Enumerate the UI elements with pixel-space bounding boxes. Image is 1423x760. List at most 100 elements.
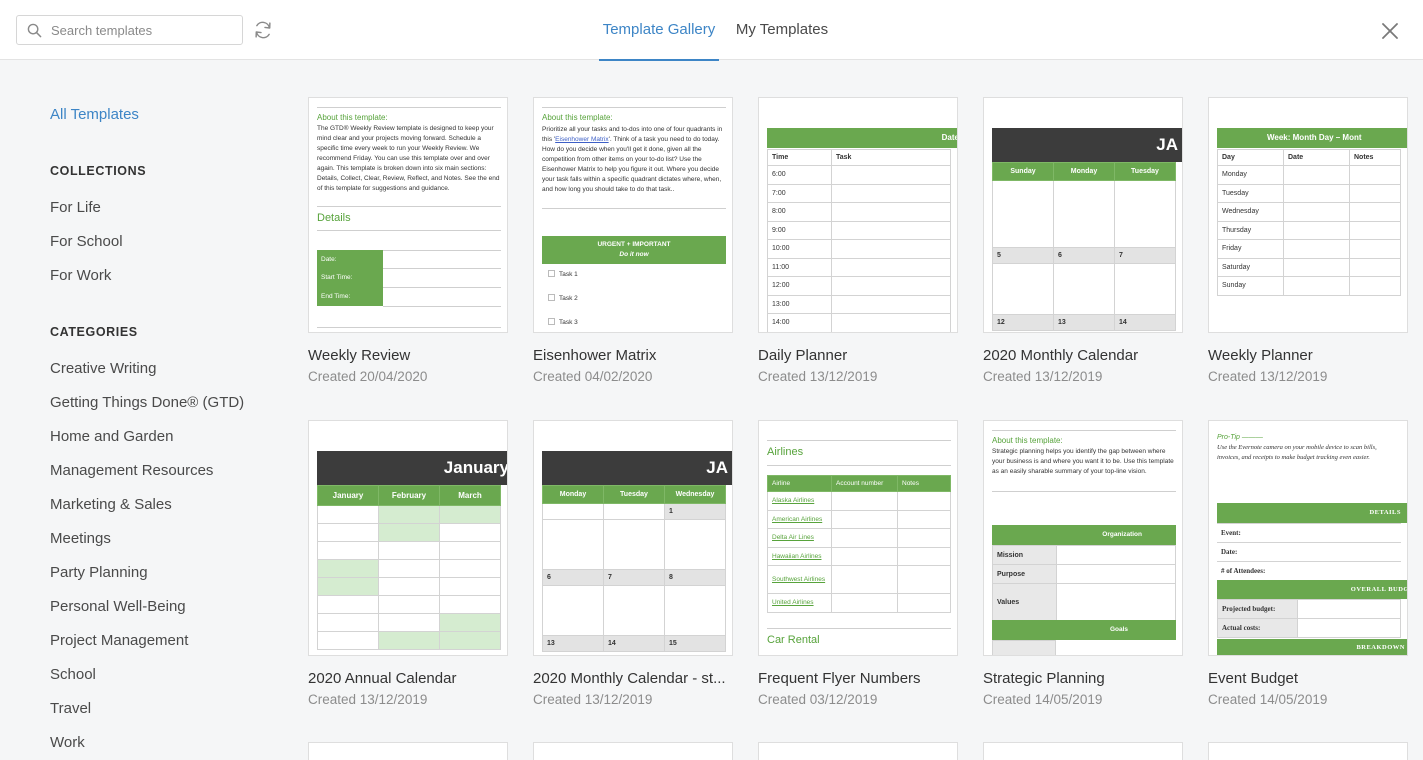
thumb-body: Strategic planning helps you identify th… [992,448,1174,475]
template-thumbnail[interactable] [758,742,958,760]
template-date: Created 13/12/2019 [533,692,653,707]
tab-my-templates[interactable]: My Templates [730,0,834,60]
thumb-table: Time Task 6:00 7:00 8:00 9:00 10:00 11:00… [767,149,951,332]
template-thumbnail[interactable]: Airlines Airline Account number Notes Alas… [758,420,958,656]
collections-heading: COLLECTIONS [50,164,147,178]
thumb-table: January February March [317,485,501,650]
thumb-header: Week: Month Day – Mont [1217,128,1407,148]
sidebar-item-for-work[interactable]: For Work [50,267,111,284]
thumb-task: Task 1 [559,271,578,278]
thumb-table: Day Date Notes Monday Tuesday Wednesday Th… [1217,149,1401,296]
thumb-month: JA [542,451,732,485]
sidebar-item-travel[interactable]: Travel [50,700,91,717]
thumb-details: Details [317,212,351,224]
sidebar-item-management-resources[interactable]: Management Resources [50,462,213,479]
thumb-breakdown: BREAKDOWN [1217,639,1407,655]
close-icon[interactable] [1379,20,1401,42]
next-row-peek [280,742,1423,760]
thumb-table: Mission Purpose Values [992,545,1176,622]
thumb-body: The GTD® Weekly Review template is desig… [317,125,500,192]
sidebar-item-party-planning[interactable]: Party Planning [50,564,148,581]
thumb-overall: OVERALL BUDG [1217,580,1407,599]
refresh-icon[interactable] [252,19,274,41]
thumb-protip: Pro-Tip ——— [1217,434,1263,441]
sidebar-item-marketing-sales[interactable]: Marketing & Sales [50,496,172,513]
template-title[interactable]: Strategic Planning [983,670,1208,687]
matrix-bar-sub: Do it now [619,251,649,258]
template-thumbnail[interactable] [533,742,733,760]
template-thumbnail[interactable]: JA Sunday Monday Tuesday 567 12 13 14 [983,97,1183,333]
template-date: Created 04/02/2020 [533,369,653,384]
sidebar-item-creative-writing[interactable]: Creative Writing [50,360,156,377]
template-thumbnail[interactable]: About this template: The GTD® Weekly Rev… [308,97,508,333]
thumb-details: DETAILS [1217,503,1407,523]
template-title[interactable]: Frequent Flyer Numbers [758,670,983,687]
template-thumbnail[interactable]: JA Monday Tuesday Wednesday 1 678 13 14 15 [533,420,733,656]
sidebar-item-for-school[interactable]: For School [50,233,123,250]
template-title[interactable]: Eisenhower Matrix [533,347,758,364]
template-thumbnail[interactable]: Week: Month Day – Mont Day Date Notes Mond… [1208,97,1408,333]
search-icon [27,23,42,38]
template-thumbnail[interactable]: Date Time Task 6:00 7:00 8:00 9:00 10:00 … [758,97,958,333]
thumb-field: Start Time: [321,274,353,281]
tab-template-gallery[interactable]: Template Gallery [599,0,719,61]
matrix-bar-title: URGENT + IMPORTANT [597,241,671,248]
template-date: Created 13/12/2019 [1208,369,1328,384]
thumb-table: Sunday Monday Tuesday 567 12 13 14 [992,162,1176,331]
template-date: Created 13/12/2019 [983,369,1103,384]
thumb-section: Airlines [767,446,804,458]
template-title[interactable]: Daily Planner [758,347,983,364]
sidebar-item-all-templates[interactable]: All Templates [50,106,139,123]
thumb-table: Monday Tuesday Wednesday 1 678 13 14 15 [542,485,726,652]
header: Template Gallery My Templates [0,0,1423,61]
template-title[interactable]: Event Budget [1208,670,1423,687]
template-thumbnail[interactable]: Pro-Tip ——— Use the Evernote camera on y… [1208,420,1408,656]
template-date: Created 14/05/2019 [1208,692,1328,707]
thumb-body: Use the Evernote camera on your mobile d… [1217,444,1377,461]
thumb-field: End Time: [321,293,351,300]
sidebar-item-project-management[interactable]: Project Management [50,632,188,649]
template-date: Created 14/05/2019 [983,692,1103,707]
thumb-field: Date: [321,256,337,263]
thumb-section: Car Rental [767,634,820,646]
template-date: Created 03/12/2019 [758,692,878,707]
template-title[interactable]: Weekly Review [308,347,533,364]
sidebar-item-personal-well-being[interactable]: Personal Well-Being [50,598,186,615]
categories-heading: CATEGORIES [50,325,138,339]
template-date: Created 20/04/2020 [308,369,428,384]
thumb-task: Task 3 [559,319,578,326]
thumb-goals: Goals [992,620,1176,640]
template-title[interactable]: 2020 Annual Calendar [308,670,533,687]
thumb-table: Event: Date: # of Attendees: [1217,523,1401,581]
thumb-table: Projected budget: Actual costs: [1217,599,1401,638]
template-date: Created 13/12/2019 [308,692,428,707]
thumb-table: Airline Account number Notes Alaska Airlin… [767,475,951,613]
sidebar-item-meetings[interactable]: Meetings [50,530,111,547]
thumb-about: About this template: [317,113,388,122]
template-thumbnail[interactable]: About this template: Prioritize all your… [533,97,733,333]
template-thumbnail[interactable] [308,742,508,760]
sidebar: All Templates COLLECTIONS For Life For S… [0,61,280,760]
template-thumbnail[interactable] [1208,742,1408,760]
sidebar-item-for-life[interactable]: For Life [50,199,101,216]
sidebar-item-gtd[interactable]: Getting Things Done® (GTD) [50,394,244,411]
thumb-body: Prioritize all your tasks and to-dos int… [542,126,723,193]
template-thumbnail[interactable] [983,742,1183,760]
thumb-header: Date [767,128,957,148]
thumb-month: January [317,451,507,485]
thumb-about: About this template: [992,436,1063,445]
template-title[interactable]: 2020 Monthly Calendar - st... [533,670,758,687]
template-date: Created 13/12/2019 [758,369,878,384]
template-thumbnail[interactable]: About this template: Strategic planning … [983,420,1183,656]
thumb-month: JA [992,128,1182,162]
thumb-task: Task 2 [559,295,578,302]
thumb-about: About this template: [542,113,613,122]
sidebar-item-school[interactable]: School [50,666,96,683]
template-thumbnail[interactable]: January January February March [308,420,508,656]
template-title[interactable]: 2020 Monthly Calendar [983,347,1208,364]
search-input[interactable] [51,21,236,39]
search-box[interactable] [16,15,243,45]
template-title[interactable]: Weekly Planner [1208,347,1423,364]
sidebar-item-work[interactable]: Work [50,734,85,751]
sidebar-item-home-garden[interactable]: Home and Garden [50,428,173,445]
